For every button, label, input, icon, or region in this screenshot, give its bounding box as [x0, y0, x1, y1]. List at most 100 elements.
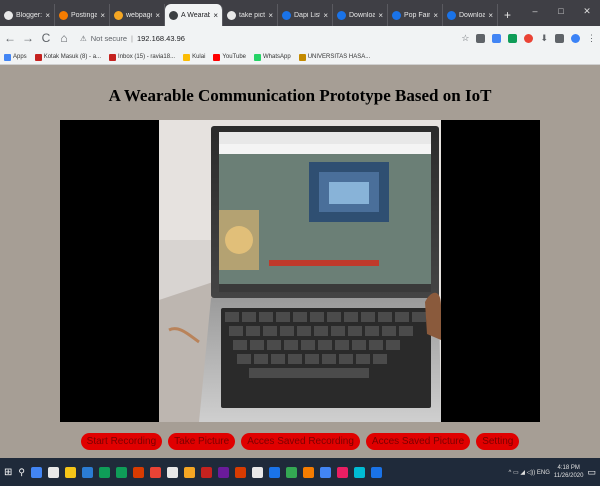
- taskbar-app-icon[interactable]: [319, 466, 331, 478]
- taskbar-app-icon[interactable]: [115, 466, 127, 478]
- page-title: A Wearable Communication Prototype Based…: [108, 86, 492, 105]
- tab-favicon-icon: [337, 10, 346, 20]
- taskbar-app-icon[interactable]: [183, 466, 195, 478]
- tab-label: A Wearable: [181, 11, 210, 19]
- taskbar-app-icon[interactable]: [132, 466, 144, 478]
- tab-favicon-icon: [114, 10, 123, 20]
- tab-close-icon[interactable]: ×: [378, 11, 383, 20]
- tab-close-icon[interactable]: ×: [45, 11, 50, 20]
- tab-close-icon[interactable]: ×: [433, 11, 438, 20]
- tab-label: Pop Fair -: [404, 11, 431, 19]
- tab-close-icon[interactable]: ×: [488, 11, 493, 20]
- home-button[interactable]: ⌂: [58, 31, 70, 45]
- tab-label: Download: [349, 11, 375, 19]
- bookmark-item[interactable]: YouTube: [213, 53, 246, 61]
- clock[interactable]: 4:18 PM 11/26/2020: [554, 464, 584, 480]
- taskbar-apps: [30, 466, 382, 478]
- tab-favicon-icon: [282, 10, 291, 20]
- bookmark-label: Kotak Masuk (8) - a...: [43, 54, 102, 60]
- download-icon[interactable]: ⬇: [540, 33, 548, 44]
- taskbar-app-icon[interactable]: [47, 466, 59, 478]
- taskbar-app-icon[interactable]: [166, 466, 178, 478]
- tab-favicon-icon: [59, 10, 68, 20]
- taskbar-app-icon[interactable]: [81, 466, 93, 478]
- bookmark-label: Apps: [13, 54, 27, 60]
- extension-icon[interactable]: [476, 33, 486, 43]
- extension-icons: ☆ ⬇ ⋮: [461, 33, 596, 44]
- new-tab-button[interactable]: +: [498, 4, 517, 26]
- bookmark-label: UNIVERSITAS HASA...: [307, 54, 371, 60]
- reload-button[interactable]: C: [40, 31, 52, 45]
- address-bar[interactable]: ⚠ Not secure | 192.168.43.96: [80, 34, 185, 43]
- tab-close-icon[interactable]: ×: [100, 11, 105, 20]
- taskbar-app-icon[interactable]: [30, 466, 42, 478]
- bookmark-item[interactable]: WhatsApp: [254, 53, 291, 61]
- laptop-scene: [159, 120, 441, 422]
- browser-tab[interactable]: Download×: [333, 4, 388, 26]
- tab-label: Dapi Listri: [294, 11, 320, 19]
- search-icon[interactable]: ⚲: [18, 467, 25, 478]
- extension-icon[interactable]: [524, 33, 534, 43]
- taskbar-app-icon[interactable]: [234, 466, 246, 478]
- browser-tab[interactable]: Download×: [443, 4, 498, 26]
- browser-tab[interactable]: webpage -×: [110, 4, 165, 26]
- maximize-button[interactable]: □: [548, 0, 574, 22]
- start-recording-button[interactable]: Start Recording: [80, 433, 163, 450]
- taskbar-app-icon[interactable]: [217, 466, 229, 478]
- bookmark-icon: [109, 53, 117, 61]
- security-label: Not secure: [90, 33, 128, 43]
- browser-tab[interactable]: Pop Fair -×: [388, 4, 443, 26]
- bookmark-label: Inbox (15) - ravia18...: [118, 54, 176, 60]
- taskbar-app-icon[interactable]: [98, 466, 110, 478]
- taskbar-app-icon[interactable]: [149, 466, 161, 478]
- tab-close-icon[interactable]: ×: [155, 11, 160, 20]
- browser-tab[interactable]: A Wearable×: [165, 4, 223, 26]
- profile-avatar[interactable]: [571, 33, 580, 43]
- bookmark-item[interactable]: Inbox (15) - ravia18...: [109, 53, 176, 61]
- menu-icon[interactable]: ⋮: [587, 33, 596, 44]
- tab-close-icon[interactable]: ×: [213, 11, 218, 20]
- minimize-button[interactable]: –: [522, 0, 548, 22]
- browser-tab[interactable]: Postingan×: [55, 4, 110, 26]
- bookmark-item[interactable]: UNIVERSITAS HASA...: [298, 53, 371, 61]
- bookmark-label: WhatsApp: [263, 54, 291, 60]
- bookmark-icon: [4, 53, 11, 61]
- back-button[interactable]: ←: [4, 31, 16, 45]
- notification-icon[interactable]: ▭: [587, 467, 596, 478]
- tray-icons[interactable]: ^ ▭ ◢ ◁)) ENG: [509, 469, 550, 476]
- page-content: A Wearable Communication Prototype Based…: [0, 66, 600, 458]
- taskbar-app-icon[interactable]: [370, 466, 382, 478]
- tab-close-icon[interactable]: ×: [323, 11, 328, 20]
- taskbar-app-icon[interactable]: [268, 466, 280, 478]
- bookmark-item[interactable]: Kotak Masuk (8) - a...: [34, 53, 102, 61]
- tab-favicon-icon: [227, 10, 236, 20]
- puzzle-icon[interactable]: [555, 33, 564, 43]
- browser-tab[interactable]: take pictur×: [223, 4, 278, 26]
- windows-start-icon[interactable]: ⊞: [4, 467, 12, 478]
- taskbar-app-icon[interactable]: [200, 466, 212, 478]
- taskbar-app-icon[interactable]: [64, 466, 76, 478]
- browser-tab-strip: Blogger: Inl×Postingan×webpage -×A Weara…: [0, 0, 600, 26]
- setting-button[interactable]: Setting: [476, 433, 520, 450]
- camera-feed-image: [159, 120, 441, 422]
- browser-tab[interactable]: Blogger: Inl×: [0, 4, 55, 26]
- tabs-container: Blogger: Inl×Postingan×webpage -×A Weara…: [0, 0, 498, 26]
- bookmark-item[interactable]: Apps: [4, 53, 27, 61]
- take-picture-button[interactable]: Take Picture: [168, 433, 236, 450]
- taskbar-app-icon[interactable]: [251, 466, 263, 478]
- extension-icon[interactable]: [508, 33, 518, 43]
- access-saved-recording-button[interactable]: Acces Saved Recording: [241, 433, 360, 450]
- extension-icon[interactable]: [492, 33, 502, 43]
- bookmark-item[interactable]: Kulai: [183, 53, 205, 61]
- access-saved-picture-button[interactable]: Acces Saved Picture: [365, 433, 471, 450]
- taskbar-app-icon[interactable]: [302, 466, 314, 478]
- taskbar-app-icon[interactable]: [353, 466, 365, 478]
- browser-tab[interactable]: Dapi Listri×: [278, 4, 333, 26]
- clock-date: 11/26/2020: [553, 473, 584, 479]
- taskbar-app-icon[interactable]: [336, 466, 348, 478]
- star-icon[interactable]: ☆: [461, 33, 469, 44]
- forward-button[interactable]: →: [22, 31, 34, 45]
- taskbar-app-icon[interactable]: [285, 466, 297, 478]
- close-window-button[interactable]: ✕: [574, 0, 600, 22]
- tab-close-icon[interactable]: ×: [268, 11, 273, 20]
